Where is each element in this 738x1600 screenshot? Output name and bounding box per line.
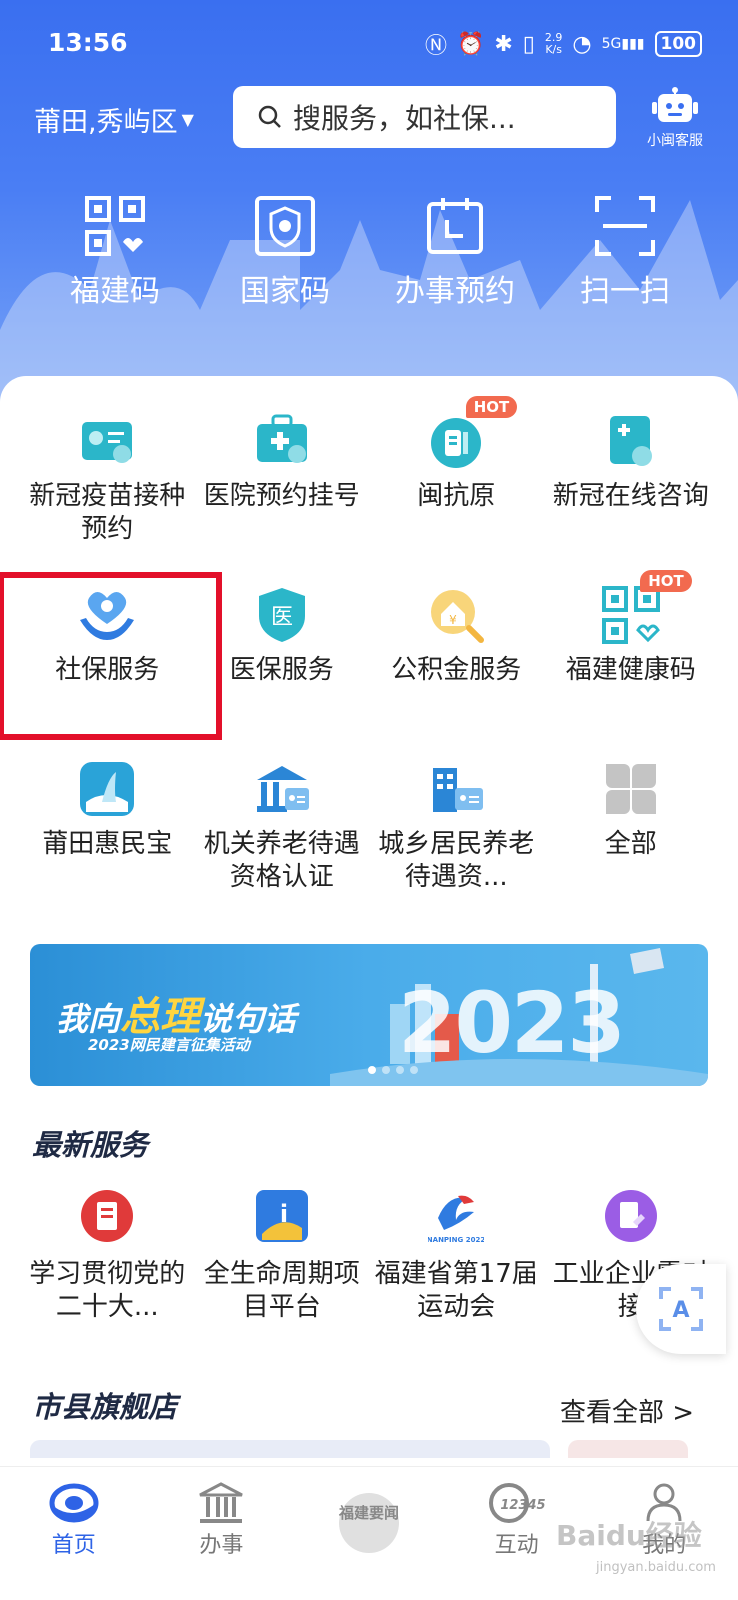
home-logo-icon bbox=[49, 1483, 99, 1523]
medical-insurance-icon: 医 bbox=[258, 588, 305, 642]
service-vaccine[interactable]: 新冠疫苗接种预约 bbox=[20, 396, 195, 570]
promo-banner[interactable]: 我向总理说句话 2023网民建言征集活动 2023 bbox=[30, 944, 708, 1086]
quick-label: 国家码 bbox=[240, 274, 330, 309]
scan-text-icon: A bbox=[659, 1287, 703, 1331]
tab-home[interactable]: 首页 bbox=[0, 1467, 148, 1600]
location-selector[interactable]: 莆田,秀屿区 ▼ bbox=[34, 100, 194, 139]
latest-party-study[interactable]: 学习贯彻党的二十大... bbox=[20, 1188, 195, 1324]
vaccine-icon bbox=[82, 422, 133, 463]
carousel-indicator bbox=[368, 1066, 418, 1074]
service-putian-huiminbao[interactable]: 莆田惠民宝 bbox=[20, 744, 195, 918]
service-health-code[interactable]: HOT 福建健康码 bbox=[544, 570, 719, 744]
party-study-icon bbox=[81, 1190, 134, 1242]
quick-label: 办事预约 bbox=[395, 274, 515, 309]
pension-icon bbox=[256, 766, 309, 812]
project-platform-icon: i bbox=[255, 1190, 308, 1242]
resident-pension-icon bbox=[433, 768, 484, 812]
service-hospital-appointment[interactable]: 医院预约挂号 bbox=[195, 396, 370, 570]
latest-services-title: 最新服务 bbox=[30, 1112, 148, 1164]
news-seal-icon: 福建要闻 bbox=[338, 1493, 399, 1553]
svg-text:12345: 12345 bbox=[500, 1498, 545, 1513]
health-qr-icon bbox=[85, 196, 145, 256]
service-antigen[interactable]: HOT 闽抗原 bbox=[369, 396, 544, 570]
floating-assistant-button[interactable]: A bbox=[636, 1264, 726, 1354]
banner-year: 2023 bbox=[398, 974, 626, 1072]
national-code-icon bbox=[255, 196, 315, 256]
baidu-watermark: Baidu经验 bbox=[556, 1519, 702, 1552]
status-bar: 13:56 Ⓝ ⏰ ✱ ▯ 2.9 K/s ◔ 5G▮▮▮ 100 bbox=[0, 0, 738, 84]
svg-text:医: 医 bbox=[271, 605, 293, 630]
tab-label: 办事 bbox=[199, 1533, 244, 1558]
bluetooth-icon: ✱ bbox=[494, 31, 513, 57]
tab-label: 互动 bbox=[494, 1533, 539, 1558]
net-speed: 2.9 K/s bbox=[544, 31, 563, 56]
service-housing-fund[interactable]: ¥ 公积金服务 bbox=[369, 570, 544, 744]
caret-down-icon: ▼ bbox=[181, 110, 194, 129]
location-label: 莆田,秀屿区 bbox=[34, 107, 178, 138]
service-online-consult[interactable]: 新冠在线咨询 bbox=[544, 396, 719, 570]
robot-icon bbox=[652, 87, 698, 122]
services-card: 新冠疫苗接种预约 医院预约挂号 HOT 闽抗原 新冠在线咨询 社保服务 医 医保… bbox=[0, 376, 738, 1486]
quick-appointment[interactable]: 办事预约 bbox=[370, 194, 540, 310]
industry-icon bbox=[604, 1190, 657, 1242]
quick-fujian-code[interactable]: 福建码 bbox=[30, 194, 200, 310]
wifi-icon: ◔ bbox=[572, 31, 592, 57]
flagship-card[interactable] bbox=[568, 1440, 688, 1458]
svg-text:A: A bbox=[672, 1298, 689, 1323]
latest-services: 学习贯彻党的二十大... i 全生命周期项目平台 NANPING 2022 福建… bbox=[20, 1188, 718, 1324]
battery-icon: 100 bbox=[654, 31, 702, 57]
signal-icon: 5G▮▮▮ bbox=[601, 36, 645, 52]
latest-project-platform[interactable]: i 全生命周期项目平台 bbox=[195, 1188, 370, 1324]
all-icon bbox=[605, 764, 656, 814]
clock: 13:56 bbox=[48, 28, 128, 57]
latest-sports-games[interactable]: NANPING 2022 福建省第17届运动会 bbox=[369, 1188, 544, 1324]
flagship-title: 市县旗舰店 bbox=[30, 1374, 177, 1426]
scan-icon bbox=[595, 196, 655, 256]
search-placeholder: 搜服务，如社保... bbox=[293, 102, 516, 135]
tab-services[interactable]: 办事 bbox=[148, 1467, 296, 1600]
view-all-link[interactable]: 查看全部 > bbox=[560, 1392, 694, 1429]
alarm-icon: ⏰ bbox=[456, 31, 485, 57]
service-pension-certification[interactable]: 机关养老待遇资格认证 bbox=[195, 744, 370, 918]
nfc-icon: Ⓝ bbox=[424, 34, 447, 59]
health-code-icon bbox=[601, 586, 660, 644]
quick-label: 扫一扫 bbox=[580, 274, 670, 309]
quick-scan[interactable]: 扫一扫 bbox=[540, 194, 710, 310]
service-all[interactable]: 全部 bbox=[544, 744, 719, 918]
tab-label: 首页 bbox=[51, 1533, 96, 1558]
tab-news[interactable]: 福建要闻 bbox=[295, 1467, 443, 1600]
housing-fund-icon: ¥ bbox=[431, 590, 485, 643]
hot-badge: HOT bbox=[465, 396, 518, 418]
svg-text:i: i bbox=[280, 1200, 288, 1228]
svg-text:NANPING 2022: NANPING 2022 bbox=[428, 1236, 484, 1244]
search-input[interactable]: 搜服务，如社保... bbox=[233, 86, 616, 148]
hot-badge: HOT bbox=[640, 570, 692, 592]
search-icon bbox=[258, 105, 281, 128]
highlight-box bbox=[0, 572, 222, 740]
quick-actions: 福建码 国家码 办事预约 扫一扫 bbox=[0, 194, 738, 310]
header: 13:56 Ⓝ ⏰ ✱ ▯ 2.9 K/s ◔ 5G▮▮▮ 100 莆田,秀屿区 … bbox=[0, 0, 738, 420]
assistant-label: 小闽客服 bbox=[647, 133, 703, 149]
quick-national-code[interactable]: 国家码 bbox=[200, 194, 370, 310]
quick-label: 福建码 bbox=[70, 274, 160, 309]
huiminbao-icon bbox=[80, 762, 135, 816]
banner-subtitle: 2023网民建言征集活动 bbox=[88, 1036, 250, 1054]
government-building-icon bbox=[199, 1482, 244, 1523]
assistant-button[interactable]: 小闽客服 bbox=[636, 86, 714, 150]
hotline-icon: 12345 bbox=[488, 1483, 545, 1523]
antigen-icon bbox=[431, 418, 482, 468]
service-resident-pension[interactable]: 城乡居民养老待遇资... bbox=[369, 744, 544, 918]
sports-games-icon: NANPING 2022 bbox=[427, 1195, 486, 1244]
watermark-url: jingyan.baidu.com bbox=[596, 1560, 716, 1575]
calendar-icon bbox=[427, 198, 483, 254]
svg-text:¥: ¥ bbox=[449, 613, 457, 627]
flagship-card[interactable] bbox=[30, 1440, 550, 1458]
vibrate-icon: ▯ bbox=[522, 31, 535, 57]
consult-icon bbox=[609, 416, 652, 466]
hospital-kit-icon bbox=[256, 414, 307, 463]
